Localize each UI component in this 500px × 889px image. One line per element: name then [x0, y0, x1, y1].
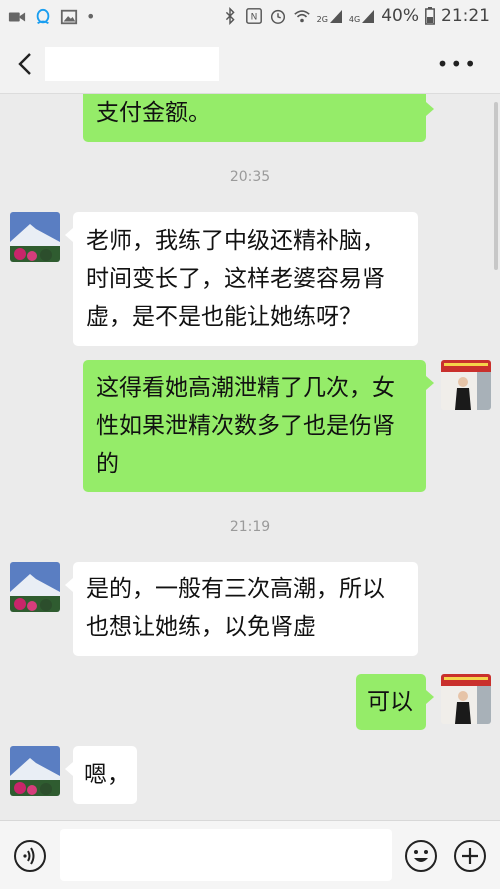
wifi-icon	[293, 10, 310, 23]
clock-time: 21:21	[441, 6, 490, 26]
avatar-self[interactable]	[441, 360, 491, 410]
chat-messages[interactable]: 支付金额。 20:35 老师，我练了中级还精补脑， 时间变长了，这样老婆容易肾 …	[0, 94, 500, 820]
message-input[interactable]	[60, 829, 392, 881]
image-notification-icon	[60, 9, 78, 24]
message-bubble-incoming[interactable]: 老师，我练了中级还精补脑， 时间变长了，这样老婆容易肾 虚，是不是也能让她练呀？	[65, 212, 418, 346]
qq-notification-icon	[36, 8, 50, 24]
message-bubble-outgoing[interactable]: 这得看她高潮泄精了几次，女 性如果泄精次数多了也是伤肾 的	[83, 360, 434, 492]
avatar-mountain-image	[10, 746, 60, 796]
battery-icon	[425, 7, 435, 25]
nfc-icon: N	[245, 8, 262, 24]
avatar-contact[interactable]	[10, 746, 60, 796]
avatar-mountain-image	[10, 562, 60, 612]
avatar-self[interactable]	[441, 674, 491, 724]
notification-dot-icon: •	[86, 7, 96, 26]
message-timestamp: 20:35	[229, 169, 271, 185]
message-bubble-incoming[interactable]: 是的，一般有三次高潮，所以 也想让她练，以免肾虚	[65, 562, 418, 656]
signal-icon-2: 4G	[349, 8, 375, 24]
avatar-person-image	[441, 674, 491, 724]
message-timestamp: 21:19	[229, 519, 271, 535]
message-bubble-incoming[interactable]: 嗯，	[65, 746, 137, 804]
emoji-icon[interactable]	[404, 839, 438, 873]
status-bar: • N 2G 4G 40% 21:21	[0, 0, 500, 34]
voice-input-icon[interactable]	[13, 839, 47, 873]
message-bubble-outgoing[interactable]: 支付金额。	[83, 94, 434, 142]
avatar-mountain-image	[10, 212, 60, 262]
message-bubble-outgoing[interactable]: 可以	[356, 674, 434, 730]
signal-icon-1: 2G	[317, 8, 343, 24]
avatar-contact[interactable]	[10, 562, 60, 612]
title-bar: •••	[0, 34, 500, 94]
alarm-icon	[270, 9, 285, 24]
scrollbar-thumb[interactable]	[494, 102, 498, 270]
more-functions-plus-icon[interactable]	[453, 839, 487, 873]
video-camera-icon	[8, 12, 26, 21]
input-bar	[0, 820, 500, 889]
avatar-contact[interactable]	[10, 212, 60, 262]
back-arrow-icon[interactable]	[12, 50, 40, 78]
bluetooth-icon	[225, 7, 235, 25]
avatar-person-image	[441, 360, 491, 410]
chat-title	[45, 47, 219, 81]
svg-text:N: N	[250, 13, 257, 23]
more-options-icon[interactable]: •••	[437, 54, 478, 74]
battery-percent: 40%	[381, 6, 419, 26]
